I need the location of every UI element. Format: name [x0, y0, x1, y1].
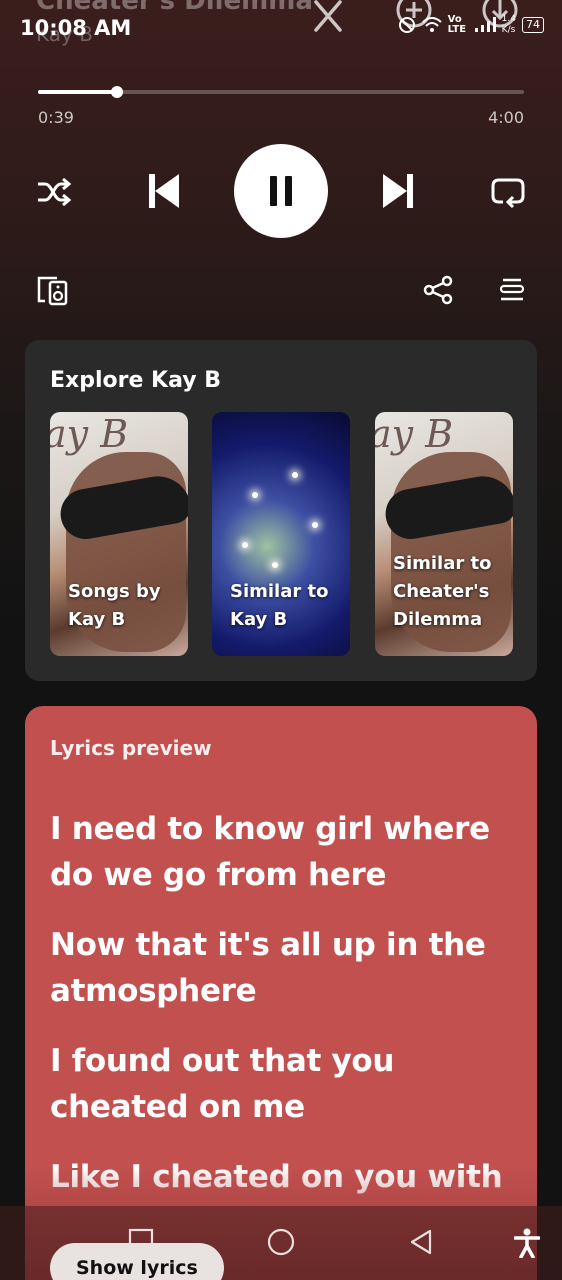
share-icon [423, 275, 453, 305]
explore-tile-label: Similar to Cheater's Dilemma [393, 553, 492, 630]
data-speed-value: 1.4 [501, 14, 516, 24]
share-button[interactable] [420, 272, 456, 308]
repeat-button[interactable] [488, 172, 528, 212]
shuffle-button[interactable] [34, 172, 74, 212]
lyric-line: I found out that you cheated on me [50, 1043, 395, 1125]
explore-tile-label: Songs by Kay B [68, 581, 161, 630]
elapsed-time: 0:39 [38, 108, 74, 127]
status-time: 10:08 AM [20, 16, 132, 40]
status-icons: Vo LTE 1.4 K/s 74 [398, 14, 544, 36]
data-speed-unit: K/s [501, 25, 516, 35]
seek-bar-fill [38, 90, 117, 94]
seek-bar-thumb[interactable] [110, 86, 123, 98]
do-not-disturb-icon [398, 17, 415, 33]
explore-tile-songs-by[interactable]: ay B Songs by Kay B [50, 412, 188, 656]
explore-tile-label: Similar to Kay B [230, 581, 329, 630]
show-lyrics-button[interactable]: Show lyrics [50, 1243, 224, 1280]
pause-icon [270, 176, 292, 206]
queue-button[interactable] [494, 272, 530, 308]
song-title: Cheater's Dilemma [36, 0, 313, 16]
next-button[interactable] [376, 168, 422, 214]
queue-icon [499, 278, 525, 301]
artwork-script-graphic: ay B [375, 412, 454, 456]
shuffle-icon [38, 177, 72, 207]
skip-previous-icon [149, 174, 179, 208]
total-duration: 4:00 [488, 108, 524, 127]
lyrics-lines: I need to know girl where do we go from … [50, 806, 520, 1224]
pause-button[interactable] [234, 144, 328, 238]
connect-device-icon [37, 276, 68, 306]
close-icon[interactable] [310, 0, 346, 36]
lyrics-preview-card[interactable]: Lyrics preview I need to know girl where… [25, 706, 537, 1280]
previous-button[interactable] [140, 168, 186, 214]
wifi-icon [422, 17, 442, 32]
lyrics-heading: Lyrics preview [50, 736, 212, 760]
repeat-icon [491, 178, 525, 208]
seek-bar[interactable] [38, 86, 524, 98]
data-speed: 1.4 K/s [502, 14, 516, 36]
accessibility-icon[interactable] [514, 1228, 540, 1258]
skip-next-icon [383, 174, 413, 208]
artwork-script-graphic: ay B [50, 412, 129, 456]
status-bar: Cheater's Dilemma Kay B 10:08 AM Vo LTE [0, 0, 562, 60]
signal-icon [474, 17, 496, 32]
explore-title: Explore Kay B [50, 368, 222, 393]
back-icon[interactable] [408, 1228, 436, 1256]
battery-icon: 74 [522, 17, 544, 33]
explore-artist-card: Explore Kay B ay B Songs by Kay B Simila… [25, 340, 537, 681]
connect-device-button[interactable] [34, 272, 70, 308]
home-icon[interactable] [266, 1228, 296, 1258]
lyric-line: I need to know girl where do we go from … [50, 811, 490, 893]
network-type: Vo LTE [447, 14, 467, 35]
explore-tile-similar-artist[interactable]: Similar to Kay B [212, 412, 350, 656]
lyric-line: Now that it's all up in the atmosphere [50, 927, 486, 1009]
explore-tile-similar-song[interactable]: ay B Similar to Cheater's Dilemma [375, 412, 513, 656]
